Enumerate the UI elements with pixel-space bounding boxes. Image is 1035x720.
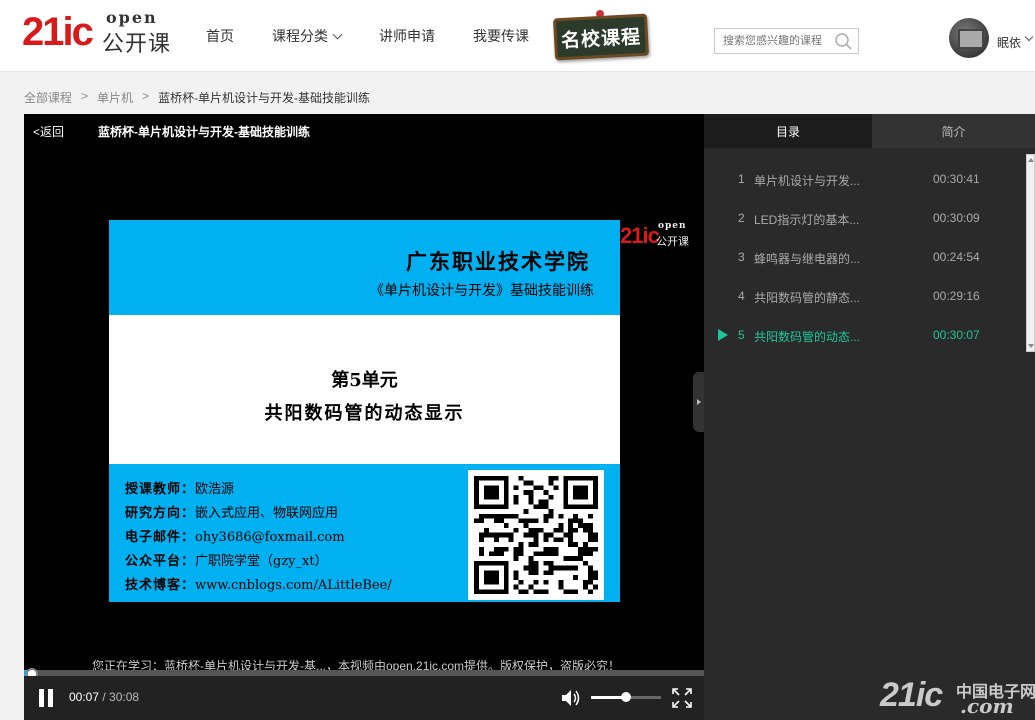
search-input[interactable] (715, 29, 830, 53)
slide-info-row: 电子邮件：ohy3686@foxmail.com (125, 526, 345, 545)
nav-upload-course[interactable]: 我要传课 (473, 26, 529, 46)
pause-icon[interactable] (38, 689, 54, 707)
badge-label: 名校课程 (560, 26, 642, 52)
lesson-title: LED指示灯的基本... (754, 213, 860, 227)
nav-categories[interactable]: 课程分类 (272, 26, 343, 46)
lesson-number: 5 (738, 328, 745, 342)
slide-topic: 共阳数码管的动态显示 (264, 403, 465, 424)
slide-course: 《单片机设计与开发》基础技能训练 (370, 283, 594, 299)
nav-categories-label: 课程分类 (272, 28, 328, 44)
slide-school: 广东职业技术学院 (406, 249, 590, 274)
slide-info-row: 公众平台：广职院学堂（gzy_xt） (125, 550, 328, 569)
breadcrumb-separator: > (81, 89, 89, 103)
info-value: www.cnblogs.com/ALittleBee/ (195, 578, 392, 593)
tab-catalog[interactable]: 目录 (704, 114, 872, 148)
video-player[interactable]: <返回 蓝桥杯-单片机设计与开发-基础技能训练 广东职业技术学院 《单片机设计与… (24, 114, 704, 720)
sidebar-tabs: 目录 简介 (704, 114, 1035, 148)
breadcrumb-all-courses[interactable]: 全部课程 (24, 89, 72, 106)
lesson-item[interactable]: 1 单片机设计与开发... 00:30:41 (704, 170, 1024, 190)
nav-home[interactable]: 首页 (206, 26, 234, 46)
lesson-number: 1 (738, 172, 745, 186)
lesson-item[interactable]: 2 LED指示灯的基本... 00:30:09 (704, 209, 1024, 229)
qr-code-icon (468, 470, 604, 600)
time-display: 00:07 / 30:08 (69, 690, 139, 704)
watermark-main: 21ic (880, 676, 943, 714)
breadcrumb: 全部课程 > 单片机 > 蓝桥杯-单片机设计与开发-基础技能训练 (24, 89, 370, 106)
lesson-duration: 00:30:07 (933, 328, 980, 342)
breadcrumb-separator: > (142, 89, 150, 103)
video-logo-main: 21ic (620, 223, 660, 248)
main-nav: 首页 课程分类 讲师申请 我要传课 (190, 0, 567, 72)
player-top-bar: <返回 蓝桥杯-单片机设计与开发-基础技能训练 (24, 114, 704, 148)
site-watermark-logo: 21ic 中国电子网 .com (880, 676, 1035, 718)
chevron-down-icon[interactable] (1024, 32, 1034, 42)
volume-icon[interactable] (560, 688, 582, 708)
back-link[interactable]: <返回 (33, 123, 64, 140)
slide-unit: 第5单元 (331, 370, 398, 391)
lesson-item-current[interactable]: 5 共阳数码管的动态... 00:30:07 (704, 326, 1024, 346)
video-logo-sub: 公开课 (656, 236, 689, 248)
info-value: 嵌入式应用、物联网应用 (195, 506, 339, 521)
slide-info-row: 研究方向：嵌入式应用、物联网应用 (125, 502, 338, 521)
site-logo[interactable]: 21ic open 公开课 (22, 8, 172, 64)
nav-lecturer-apply-label: 讲师申请 (379, 28, 435, 44)
logo-main: 21ic (22, 10, 94, 54)
video-frame-slide: 广东职业技术学院 《单片机设计与开发》基础技能训练 第5单元 共阳数码管的动态显… (109, 220, 620, 602)
lesson-number: 3 (738, 250, 745, 264)
lesson-duration: 00:29:16 (933, 289, 980, 303)
lesson-duration: 00:24:54 (933, 250, 980, 264)
breadcrumb-current: 蓝桥杯-单片机设计与开发-基础技能训练 (158, 91, 371, 105)
info-value: 广职院学堂（gzy_xt） (195, 554, 328, 569)
lesson-title: 蜂鸣器与继电器的... (754, 252, 861, 266)
info-key: 授课教师： (125, 482, 196, 497)
info-key: 研究方向： (125, 506, 196, 521)
chevron-down-icon (332, 29, 343, 39)
lesson-number: 4 (738, 289, 745, 303)
username[interactable]: 眠依 (997, 34, 1021, 51)
volume-handle[interactable] (621, 692, 631, 702)
lesson-duration: 00:30:41 (933, 172, 980, 186)
lesson-item[interactable]: 4 共阳数码管的静态... 00:29:16 (704, 287, 1024, 307)
slide-info-row: 技术博客：www.cnblogs.com/ALittleBee/ (125, 574, 392, 593)
lesson-title: 单片机设计与开发... (754, 174, 861, 188)
player-controls: 00:07 / 30:08 (24, 676, 704, 720)
watermark-com: .com (960, 694, 1014, 718)
breadcrumb-category[interactable]: 单片机 (97, 89, 133, 106)
info-key: 公众平台： (125, 554, 196, 569)
slide-info-row: 授课教师：欧浩源 (125, 478, 234, 497)
tab-introduction[interactable]: 简介 (872, 114, 1035, 148)
sidebar-scrollbar[interactable] (1026, 154, 1035, 352)
lesson-item[interactable]: 3 蜂鸣器与继电器的... 00:24:54 (704, 248, 1024, 268)
lesson-title: 共阳数码管的动态... (754, 330, 861, 344)
slide-info-band: 授课教师：欧浩源 研究方向：嵌入式应用、物联网应用 电子邮件：ohy3686@f… (109, 464, 620, 602)
lesson-title: 共阳数码管的静态... (754, 291, 861, 305)
info-key: 技术博客： (125, 578, 196, 593)
info-value: 欧浩源 (195, 482, 235, 497)
info-key: 电子邮件： (125, 530, 196, 545)
lesson-number: 2 (738, 211, 745, 225)
famous-school-badge[interactable]: 名校课程 (552, 10, 652, 62)
course-sidebar: 目录 简介 1 单片机设计与开发... 00:30:41 2 LED指示灯的基本… (704, 114, 1035, 720)
slide-header-band: 广东职业技术学院 《单片机设计与开发》基础技能训练 (109, 220, 620, 315)
video-watermark-logo: 21ic open 公开课 (620, 221, 689, 249)
nav-home-label: 首页 (206, 28, 234, 44)
logo-sub: 公开课 (102, 31, 172, 56)
sidebar-toggle-handle[interactable] (693, 372, 704, 432)
video-logo-open: open (658, 221, 687, 231)
avatar[interactable] (949, 18, 989, 58)
site-header: 21ic open 公开课 首页 课程分类 讲师申请 我要传课 名校课程 眠依 (0, 0, 1035, 72)
lesson-duration: 00:30:09 (933, 211, 980, 225)
player-title: 蓝桥杯-单片机设计与开发-基础技能训练 (98, 124, 311, 139)
play-icon (718, 329, 728, 341)
logo-open: open (106, 8, 158, 27)
chalkboard-icon: 名校课程 (552, 13, 650, 61)
total-duration: 30:08 (109, 690, 140, 704)
fullscreen-icon[interactable] (672, 688, 692, 708)
nav-upload-course-label: 我要传课 (473, 28, 529, 44)
search-box (714, 28, 859, 54)
current-time: 00:07 (69, 690, 100, 704)
info-value: ohy3686@foxmail.com (195, 530, 345, 545)
search-icon[interactable] (834, 32, 852, 50)
nav-lecturer-apply[interactable]: 讲师申请 (379, 26, 435, 46)
